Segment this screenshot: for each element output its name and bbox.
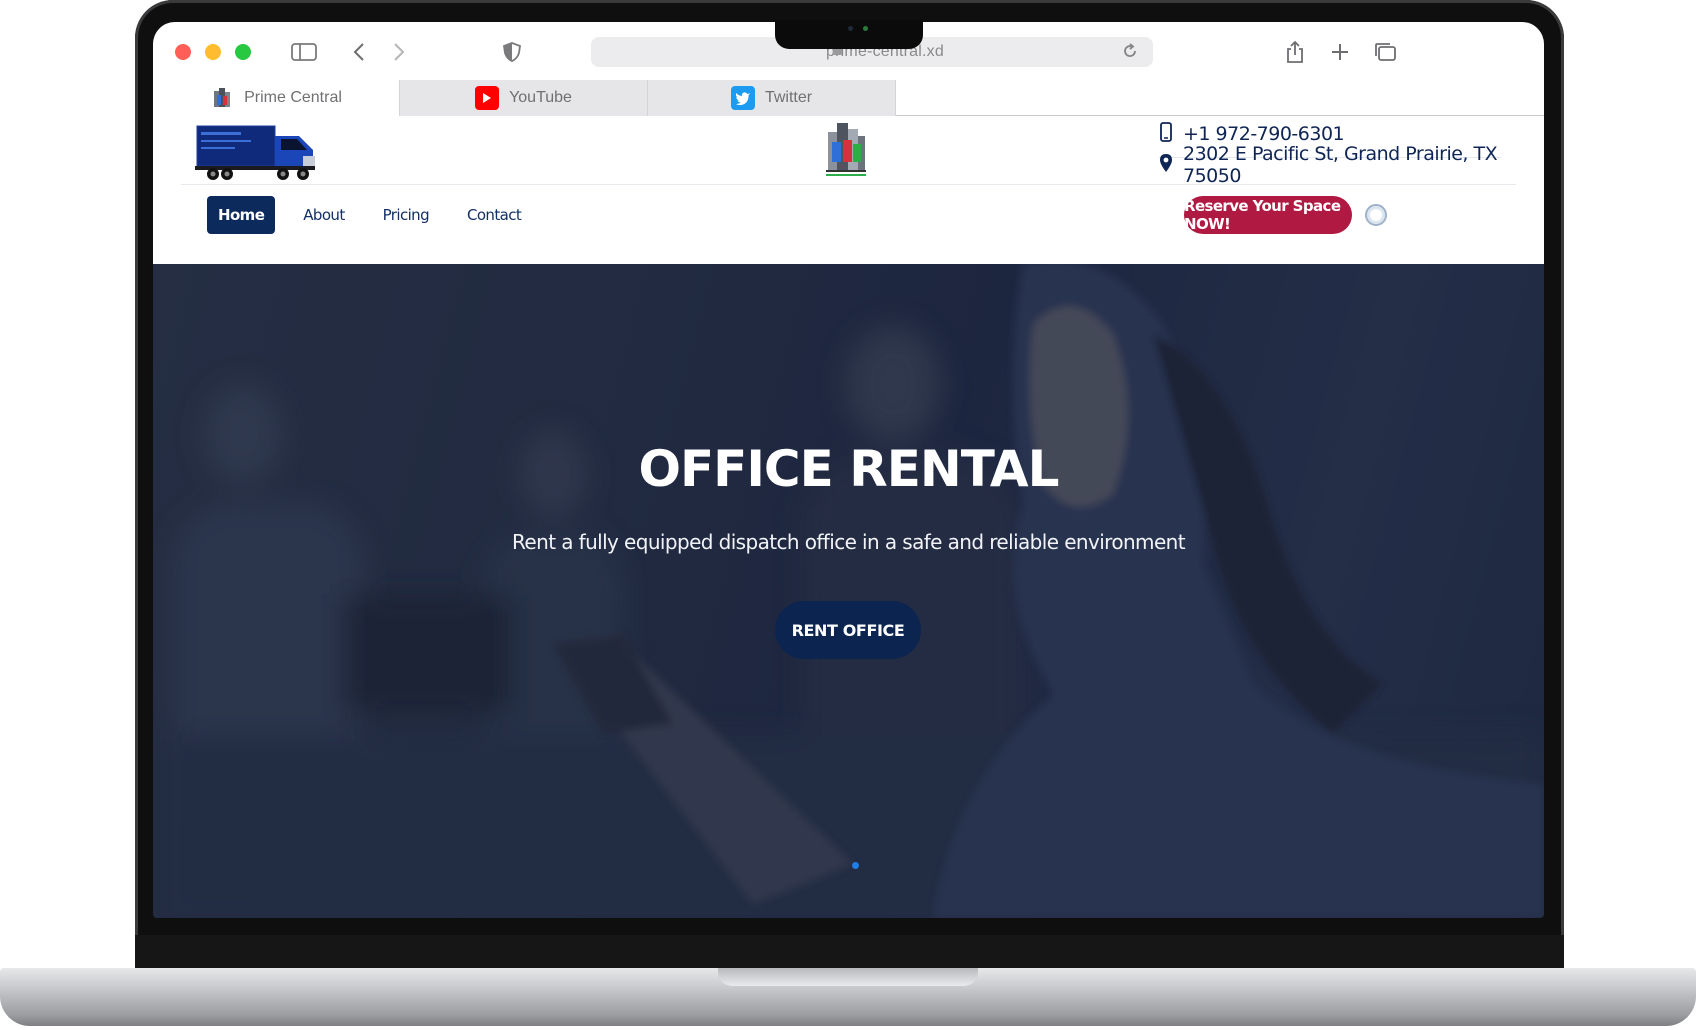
screen: prime-central.xd Prime Central YouTube T… <box>153 22 1544 918</box>
minimize-window-button[interactable] <box>205 44 221 60</box>
address-text: 2302 E Pacific St, Grand Prairie, TX 750… <box>1183 143 1498 187</box>
tab-twitter[interactable]: Twitter <box>648 80 896 116</box>
zoom-window-button[interactable] <box>235 44 251 60</box>
truck-logo[interactable] <box>195 118 319 187</box>
tab-strip: Prime Central YouTube Twitter <box>153 80 1544 116</box>
sidebar-toggle-icon[interactable] <box>290 39 318 65</box>
tab-label: Twitter <box>764 89 813 106</box>
reload-icon[interactable] <box>1121 42 1139 65</box>
tab-label: Prime Central <box>244 89 342 106</box>
close-window-button[interactable] <box>175 44 191 60</box>
hero-title: OFFICE RENTAL <box>638 440 1060 498</box>
header-divider <box>181 184 1516 185</box>
tab-overview-icon[interactable] <box>1372 39 1398 65</box>
privacy-shield-icon[interactable] <box>502 39 522 65</box>
back-arrow-icon[interactable] <box>350 39 368 65</box>
share-icon[interactable] <box>1284 39 1306 65</box>
rent-office-button[interactable]: RENT OFFICE <box>775 601 921 659</box>
prime-central-logo[interactable] <box>822 120 870 185</box>
tab-prime-central[interactable]: Prime Central <box>153 80 400 116</box>
camera-indicator-light <box>863 26 868 31</box>
nav-about[interactable]: About <box>293 196 354 234</box>
nav-home[interactable]: Home <box>207 196 276 234</box>
reserve-space-button[interactable]: Reserve Your Space NOW! <box>1184 196 1352 234</box>
language-globe-icon[interactable] <box>1365 204 1387 226</box>
map-pin-icon <box>1159 153 1173 178</box>
address-contact[interactable]: 2302 E Pacific St, Grand Prairie, TX 750… <box>1159 143 1544 187</box>
new-tab-plus-icon[interactable] <box>1329 39 1351 65</box>
mobile-phone-icon <box>1159 121 1173 147</box>
tab-label: YouTube <box>509 89 572 106</box>
hero-subtitle: Rent a fully equipped dispatch office in… <box>512 530 1186 554</box>
camera-lens <box>848 26 853 31</box>
camera-notch <box>775 20 923 49</box>
nav-pricing[interactable]: Pricing <box>373 196 439 234</box>
youtube-favicon <box>475 86 500 110</box>
twitter-favicon <box>730 86 755 110</box>
tab-youtube[interactable]: YouTube <box>400 80 648 116</box>
phone-number: +1 972-790-6301 <box>1183 123 1345 145</box>
hero-background-photo <box>153 264 1544 918</box>
laptop-thumb-notch <box>718 968 978 986</box>
website-viewport: +1 972-790-6301 2302 E Pacific St, Grand… <box>153 116 1544 918</box>
site-header: +1 972-790-6301 2302 E Pacific St, Grand… <box>153 116 1544 264</box>
prime-central-favicon <box>210 86 234 110</box>
nav-contact[interactable]: Contact <box>457 196 531 234</box>
hero-banner: OFFICE RENTAL Rent a fully equipped disp… <box>153 264 1544 918</box>
carousel-indicator-dot[interactable] <box>852 862 859 869</box>
forward-arrow-icon[interactable] <box>390 39 408 65</box>
main-navigation: Home About Pricing Contact <box>207 196 543 234</box>
